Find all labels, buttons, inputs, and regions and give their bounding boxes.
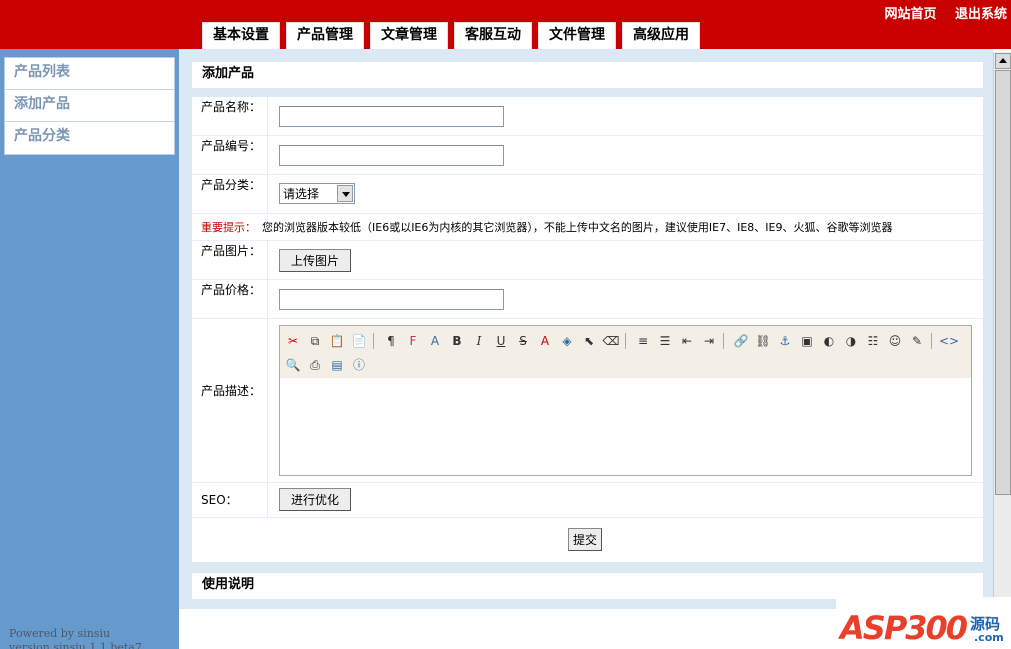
browser-notice: 重要提示： 您的浏览器版本较低（IE6或以IE6为内核的其它浏览器），不能上传中文… <box>201 219 892 235</box>
product-name-label: 产品名称： <box>192 97 268 135</box>
tab-basic-settings[interactable]: 基本设置 <box>202 22 280 49</box>
vertical-scrollbar[interactable] <box>993 52 1011 609</box>
tab-advanced[interactable]: 高级应用 <box>622 22 700 49</box>
sidebar-item-add-product[interactable]: 添加产品 <box>5 90 174 122</box>
top-header: 网站首页 退出系统 基本设置 产品管理 文章管理 客服互动 文件管理 高级应用 <box>0 0 1011 49</box>
main-content: 添加产品 产品名称： 产品编号： 产品分类： 请选择 重要提示： 您的浏览器版本较… <box>179 49 993 609</box>
sidebar-menu: 产品列表 添加产品 产品分类 <box>4 57 175 155</box>
link-icon[interactable]: 🔗 <box>731 331 751 351</box>
source-code-icon[interactable]: <> <box>939 331 959 351</box>
italic-icon[interactable]: I <box>469 331 489 351</box>
powered-line: Powered by sinsiu <box>9 627 111 640</box>
emoticon-icon[interactable]: ☺ <box>885 331 905 351</box>
top-links: 网站首页 退出系统 <box>870 3 1007 22</box>
toolbar-separator <box>373 333 377 349</box>
seo-optimize-button[interactable]: 进行优化 <box>279 488 352 511</box>
product-price-label: 产品价格： <box>192 280 268 318</box>
preview-icon[interactable]: 🔍 <box>283 355 303 375</box>
toolbar-separator <box>931 333 935 349</box>
notice-text: 您的浏览器版本较低（IE6或以IE6为内核的其它浏览器），不能上传中文名的图片，… <box>262 221 893 234</box>
paste-icon[interactable]: 📋 <box>327 331 347 351</box>
highlight-color-icon[interactable]: ◈ <box>557 331 577 351</box>
row-product-description: 产品描述： ✂ ⧉ 📋 📄 ¶ F A B I U S A ◈ ⬉ ⌫ ≡ ☰ … <box>192 319 983 483</box>
product-category-label: 产品分类： <box>192 175 268 213</box>
sidebar-item-product-list[interactable]: 产品列表 <box>5 58 174 90</box>
media-icon[interactable]: ◑ <box>841 331 861 351</box>
logo-domain: .com <box>974 631 1004 644</box>
notice-label: 重要提示： <box>201 221 256 234</box>
product-code-label: 产品编号： <box>192 136 268 174</box>
about-icon[interactable]: ⓘ <box>349 355 369 375</box>
indent-icon[interactable]: ⇥ <box>699 331 719 351</box>
powered-by: Powered by sinsiu version sinsiu 1.1 bet… <box>9 627 142 649</box>
image-icon[interactable]: ▣ <box>797 331 817 351</box>
flash-icon[interactable]: ◐ <box>819 331 839 351</box>
submit-button[interactable]: 提交 <box>568 528 603 551</box>
special-char-icon[interactable]: ✎ <box>907 331 927 351</box>
version-line: version sinsiu 1.1 beta7 <box>9 641 142 649</box>
row-notice: 重要提示： 您的浏览器版本较低（IE6或以IE6为内核的其它浏览器），不能上传中文… <box>192 214 983 241</box>
tab-product-management[interactable]: 产品管理 <box>286 22 364 49</box>
logout-link[interactable]: 退出系统 <box>955 7 1007 22</box>
row-product-code: 产品编号： <box>192 136 983 175</box>
main-tabs: 基本设置 产品管理 文章管理 客服互动 文件管理 高级应用 <box>202 22 706 49</box>
strikethrough-icon[interactable]: S <box>513 331 533 351</box>
toolbar-separator <box>625 333 629 349</box>
tab-article-management[interactable]: 文章管理 <box>370 22 448 49</box>
seo-label: SEO： <box>192 483 268 517</box>
product-name-input[interactable] <box>279 106 504 127</box>
align-icon[interactable]: ≡ <box>633 331 653 351</box>
horizontal-rule-icon[interactable]: ☷ <box>863 331 883 351</box>
font-size-icon[interactable]: A <box>425 331 445 351</box>
product-price-input[interactable] <box>279 289 504 310</box>
editor-toolbar: ✂ ⧉ 📋 📄 ¶ F A B I U S A ◈ ⬉ ⌫ ≡ ☰ ⇤ ⇥ 🔗 … <box>280 326 971 378</box>
cut-icon[interactable]: ✂ <box>283 331 303 351</box>
font-color-icon[interactable]: A <box>535 331 555 351</box>
copy-icon[interactable]: ⧉ <box>305 331 325 351</box>
row-product-name: 产品名称： <box>192 97 983 136</box>
row-submit: 提交 <box>192 518 983 562</box>
upload-image-button[interactable]: 上传图片 <box>279 249 352 272</box>
sidebar: 产品列表 添加产品 产品分类 Powered by sinsiu version… <box>0 49 179 649</box>
asp300-logo: ASP300 源码 .com <box>836 597 1011 649</box>
unlink-icon[interactable]: ⛓ <box>753 331 773 351</box>
paragraph-format-icon[interactable]: ¶ <box>381 331 401 351</box>
product-description-label: 产品描述： <box>192 319 268 482</box>
product-code-input[interactable] <box>279 145 504 166</box>
eraser-icon[interactable]: ⌫ <box>601 331 621 351</box>
add-product-form: 产品名称： 产品编号： 产品分类： 请选择 重要提示： 您的浏览器版本较低（IE6… <box>192 97 983 562</box>
scroll-up-icon[interactable] <box>995 53 1011 69</box>
underline-icon[interactable]: U <box>491 331 511 351</box>
row-product-image: 产品图片： 上传图片 <box>192 241 983 280</box>
editor-content-area[interactable] <box>280 378 971 475</box>
tab-file-management[interactable]: 文件管理 <box>538 22 616 49</box>
toolbar-separator <box>723 333 727 349</box>
sidebar-item-product-category[interactable]: 产品分类 <box>5 122 174 154</box>
select-all-icon[interactable]: ⬉ <box>579 331 599 351</box>
row-product-price: 产品价格： <box>192 280 983 319</box>
print-icon[interactable]: ⎙ <box>305 355 325 375</box>
rich-text-editor: ✂ ⧉ 📋 📄 ¶ F A B I U S A ◈ ⬉ ⌫ ≡ ☰ ⇤ ⇥ 🔗 … <box>279 325 972 476</box>
category-selected-value: 请选择 <box>283 187 320 201</box>
fullscreen-icon[interactable]: ▤ <box>327 355 347 375</box>
numbered-list-icon[interactable]: ☰ <box>655 331 675 351</box>
chevron-down-icon[interactable] <box>337 185 353 202</box>
paste-text-icon[interactable]: 📄 <box>349 331 369 351</box>
product-category-select[interactable]: 请选择 <box>279 183 355 204</box>
product-image-label: 产品图片： <box>192 241 268 279</box>
tab-customer-service[interactable]: 客服互动 <box>454 22 532 49</box>
site-home-link[interactable]: 网站首页 <box>884 7 936 22</box>
bold-icon[interactable]: B <box>447 331 467 351</box>
anchor-icon[interactable]: ⚓ <box>775 331 795 351</box>
outdent-icon[interactable]: ⇤ <box>677 331 697 351</box>
scrollbar-thumb[interactable] <box>995 70 1011 495</box>
row-product-category: 产品分类： 请选择 <box>192 175 983 214</box>
logo-brand: ASP300 <box>840 609 968 647</box>
page-title: 添加产品 <box>192 62 983 88</box>
font-family-icon[interactable]: F <box>403 331 423 351</box>
usage-title: 使用说明 <box>192 573 983 599</box>
row-seo: SEO： 进行优化 <box>192 483 983 518</box>
